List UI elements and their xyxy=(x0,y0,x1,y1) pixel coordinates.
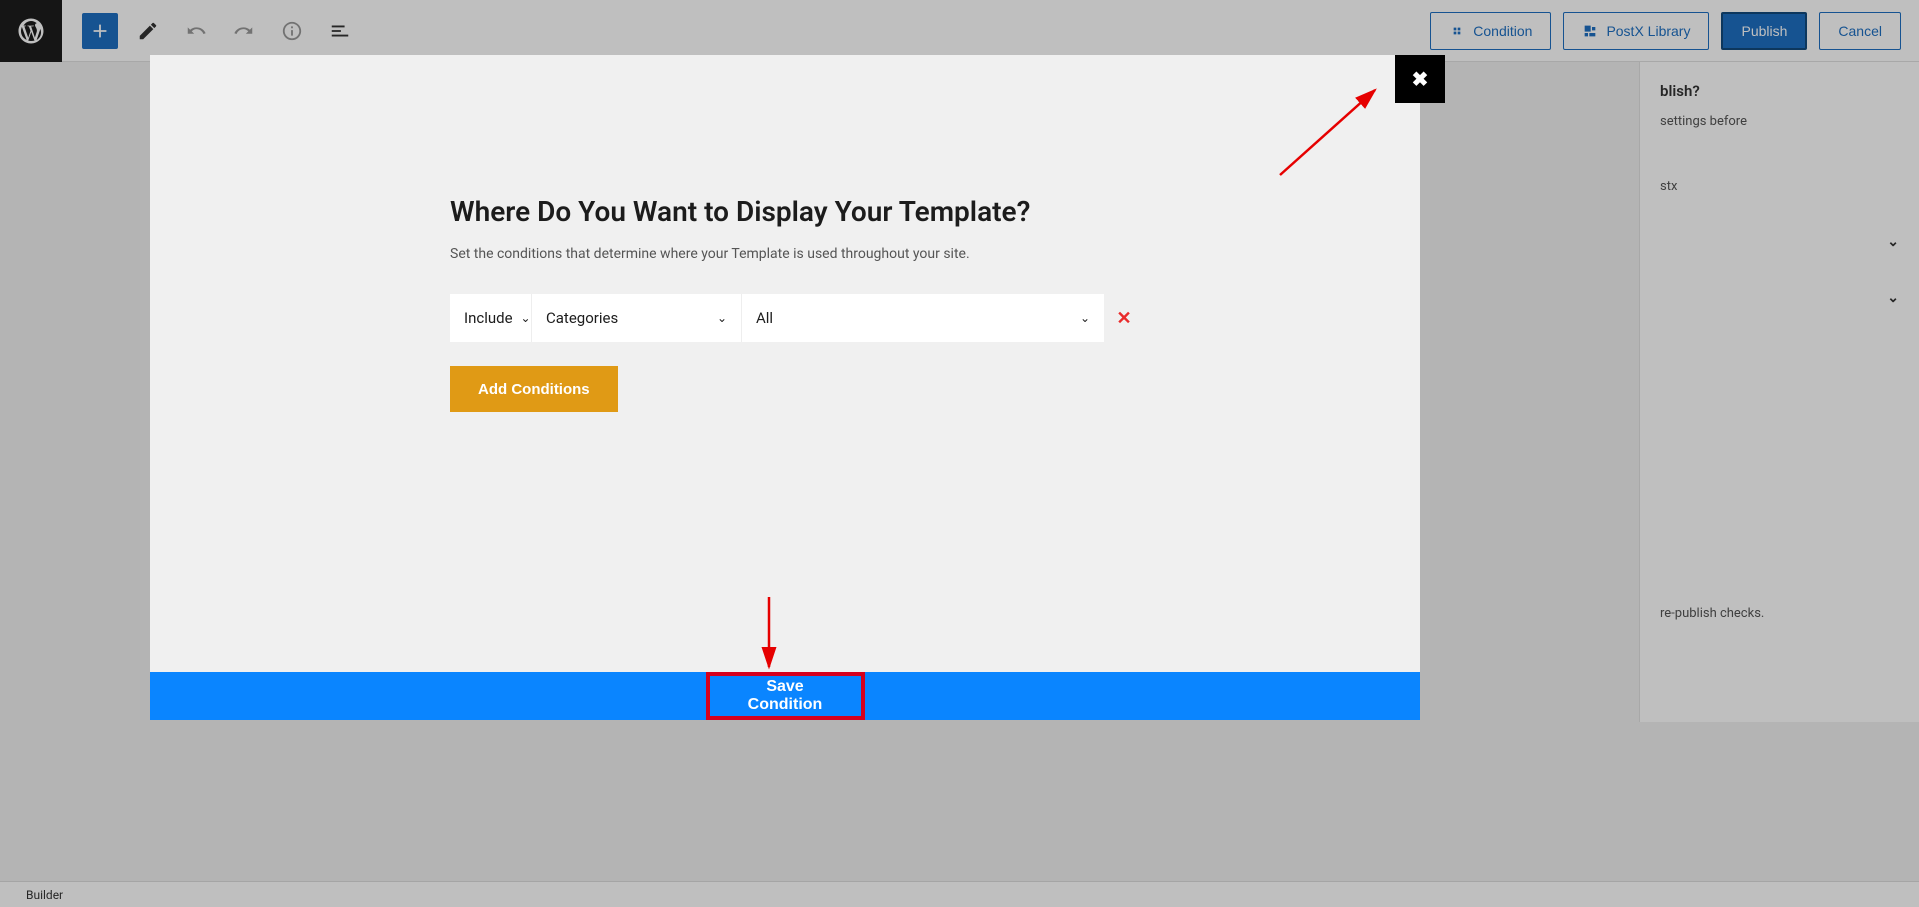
add-conditions-label: Add Conditions xyxy=(478,381,590,398)
value-select[interactable]: All ⌄ xyxy=(742,294,1104,342)
modal-body: Where Do You Want to Display Your Templa… xyxy=(150,55,1420,672)
delete-condition-button[interactable]: ✕ xyxy=(1104,294,1144,342)
x-icon: ✕ xyxy=(1116,308,1131,329)
close-icon: ✖ xyxy=(1412,67,1429,91)
chevron-down-icon: ⌄ xyxy=(1080,311,1090,325)
scope-select[interactable]: Categories ⌄ xyxy=(532,294,742,342)
save-condition-label: Save Condition xyxy=(748,678,823,713)
scope-value: Categories xyxy=(546,309,618,327)
modal-subtitle: Set the conditions that determine where … xyxy=(450,246,1420,262)
modal-close-button[interactable]: ✖ xyxy=(1395,55,1445,103)
include-value: Include xyxy=(464,309,513,327)
condition-row: Include ⌄ Categories ⌄ All ⌄ ✕ xyxy=(450,294,1420,342)
value-text: All xyxy=(756,309,773,327)
add-conditions-button[interactable]: Add Conditions xyxy=(450,366,618,412)
modal-footer: Save Condition xyxy=(150,672,1420,720)
condition-modal: ✖ Where Do You Want to Display Your Temp… xyxy=(150,55,1420,720)
chevron-down-icon: ⌄ xyxy=(521,311,531,325)
modal-title: Where Do You Want to Display Your Templa… xyxy=(450,195,1420,228)
save-condition-button[interactable]: Save Condition xyxy=(706,672,865,720)
include-exclude-select[interactable]: Include ⌄ xyxy=(450,294,532,342)
chevron-down-icon: ⌄ xyxy=(717,311,727,325)
